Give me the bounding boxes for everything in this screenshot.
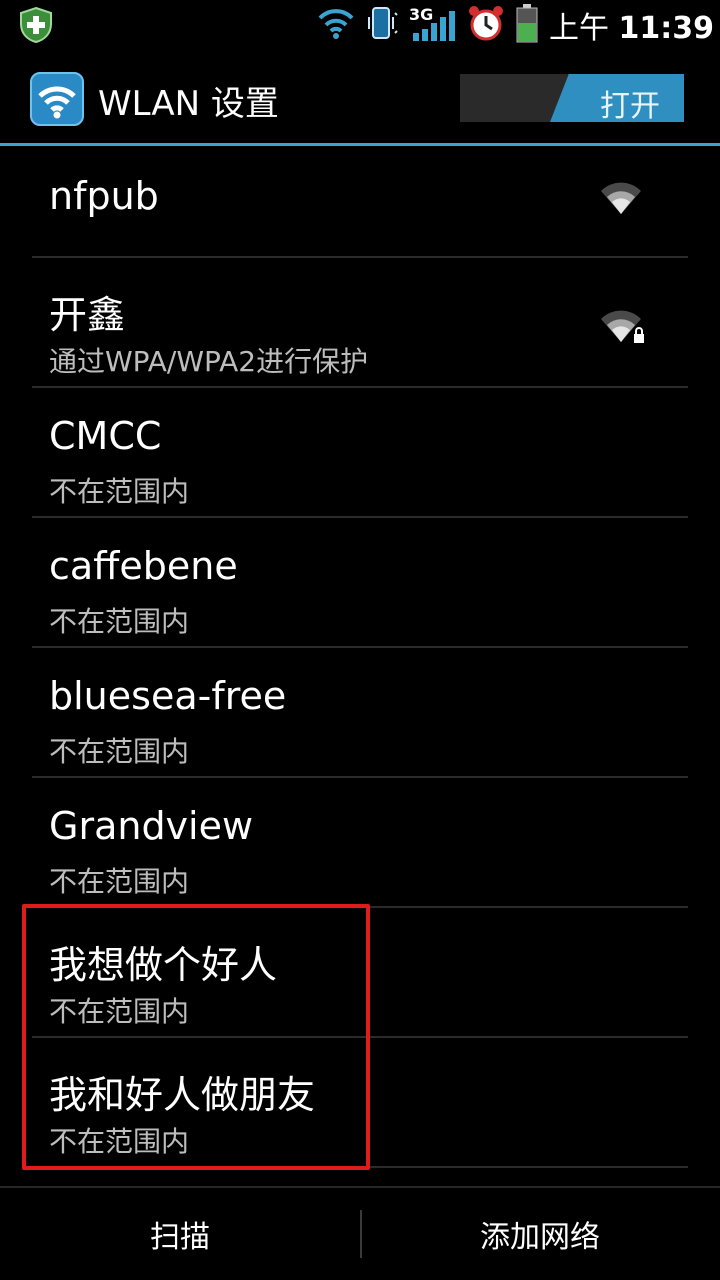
network-status: 不在范围内 (49, 1125, 190, 1158)
network-status: 不在范围内 (49, 605, 190, 638)
signal-icon: 3G (409, 5, 457, 43)
network-name: caffebene (49, 544, 238, 588)
network-name: nfpub (49, 174, 159, 218)
wlan-app-icon (30, 72, 84, 126)
bottom-action-bar: 扫描 添加网络 (0, 1186, 720, 1280)
network-status: 通过WPA/WPA2进行保护 (49, 345, 369, 378)
page-title: WLAN 设置 (98, 84, 279, 124)
vibrate-icon (365, 5, 399, 45)
network-name: 我和好人做朋友 (49, 1073, 316, 1117)
network-item[interactable]: CMCC 不在范围内 (32, 388, 688, 518)
wlan-toggle-label: 打开 (600, 89, 660, 122)
wifi-secure-icon (598, 306, 644, 344)
network-item[interactable]: 开鑫 通过WPA/WPA2进行保护 (32, 258, 688, 388)
battery-icon (515, 3, 539, 47)
network-item[interactable]: caffebene 不在范围内 (32, 518, 688, 648)
network-list: nfpub 开鑫 通过WPA/WPA2进行保护 CMCC 不在范围内 caffe… (32, 148, 688, 1168)
network-name: 我想做个好人 (49, 943, 278, 987)
network-item[interactable]: 我想做个好人 不在范围内 (32, 908, 688, 1038)
network-status: 不在范围内 (49, 865, 190, 898)
alarm-icon (467, 4, 505, 46)
network-item[interactable]: 我和好人做朋友 不在范围内 (32, 1038, 688, 1168)
status-bar: 3G 上午 11:39 (0, 0, 720, 50)
network-name: CMCC (49, 414, 162, 458)
network-status: 不在范围内 (49, 475, 190, 508)
wlan-toggle[interactable]: 打开 (460, 74, 684, 122)
network-name: Grandview (49, 804, 254, 848)
status-time: 上午 11:39 (549, 3, 714, 47)
scan-button[interactable]: 扫描 (0, 1188, 360, 1280)
network-name: 开鑫 (49, 293, 126, 337)
screen: 3G 上午 11:39 WLAN 设置 打开 nfpub 开鑫 通过WPA/WP… (0, 0, 720, 1280)
title-bar: WLAN 设置 打开 (0, 50, 720, 146)
status-time-prefix: 上午 (548, 11, 609, 46)
network-item[interactable]: bluesea-free 不在范围内 (32, 648, 688, 778)
network-item[interactable]: Grandview 不在范围内 (32, 778, 688, 908)
status-time-value: 11:39 (618, 11, 715, 46)
network-status: 不在范围内 (49, 995, 190, 1028)
network-name: bluesea-free (49, 674, 287, 718)
add-network-button[interactable]: 添加网络 (360, 1188, 720, 1280)
wifi-signal-icon (598, 178, 644, 216)
network-status: 不在范围内 (49, 735, 190, 768)
shield-plus-icon (18, 6, 54, 48)
wifi-icon (317, 6, 355, 44)
network-item[interactable]: nfpub (32, 148, 688, 258)
